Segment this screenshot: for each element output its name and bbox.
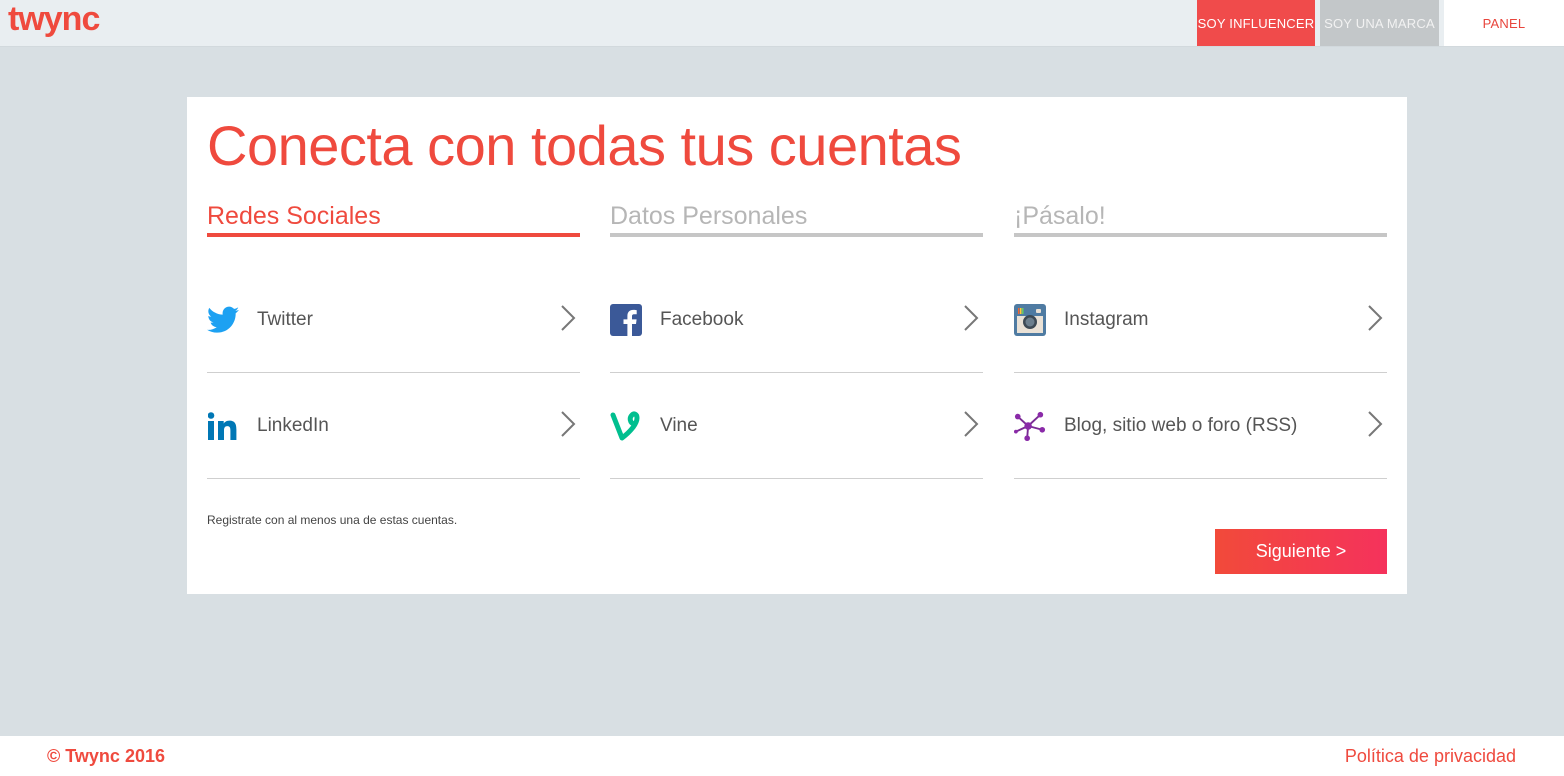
register-note: Registrate con al menos una de estas cue… [207, 513, 458, 527]
chevron-right-icon [1368, 411, 1383, 437]
twitter-icon [207, 304, 239, 336]
connect-accounts-card: Conecta con todas tus cuentas Redes Soci… [187, 97, 1407, 594]
step-label: Datos Personales [610, 202, 808, 230]
linkedin-icon [207, 410, 239, 442]
siguiente-button[interactable]: Siguiente > [1215, 529, 1387, 574]
step-label: ¡Pásalo! [1014, 202, 1106, 230]
step-pasalo[interactable]: ¡Pásalo! [1014, 201, 1387, 237]
account-linkedin[interactable]: LinkedIn [207, 373, 580, 479]
nav-panel[interactable]: PANEL [1444, 0, 1564, 46]
chevron-right-icon [561, 305, 576, 331]
account-twitter[interactable]: Twitter [207, 267, 580, 373]
account-label: LinkedIn [257, 414, 329, 436]
account-rss[interactable]: Blog, sitio web o foro (RSS) [1014, 373, 1387, 479]
privacy-policy-link[interactable]: Política de privacidad [1345, 746, 1516, 767]
account-vine[interactable]: Vine [610, 373, 983, 479]
account-label: Blog, sitio web o foro (RSS) [1064, 414, 1298, 436]
nav-soy-influencer[interactable]: SOY INFLUENCER [1197, 0, 1315, 46]
step-redes-sociales[interactable]: Redes Sociales [207, 201, 580, 237]
rss-network-icon [1014, 410, 1046, 442]
account-label: Instagram [1064, 308, 1149, 330]
account-label: Vine [660, 414, 698, 436]
chevron-right-icon [1368, 305, 1383, 331]
chevron-right-icon [561, 411, 576, 437]
facebook-icon [610, 303, 642, 336]
chevron-right-icon [964, 411, 979, 437]
chevron-right-icon [964, 305, 979, 331]
instagram-icon [1014, 303, 1046, 336]
account-label: Twitter [257, 308, 313, 330]
step-datos-personales[interactable]: Datos Personales [610, 201, 983, 237]
account-label: Facebook [660, 308, 744, 330]
top-bar: twync SOY INFLUENCER SOY UNA MARCA PANEL [0, 0, 1564, 47]
account-facebook[interactable]: Facebook [610, 267, 983, 373]
footer: © Twync 2016 Política de privacidad [0, 736, 1564, 776]
logo-text: twync [8, 2, 99, 38]
twync-logo[interactable]: twync [8, 2, 138, 44]
page-title: Conecta con todas tus cuentas [207, 114, 962, 177]
step-label: Redes Sociales [207, 202, 381, 230]
nav-soy-una-marca[interactable]: SOY UNA MARCA [1320, 0, 1439, 46]
account-instagram[interactable]: Instagram [1014, 267, 1387, 373]
copyright-text: © Twync 2016 [47, 746, 165, 766]
vine-icon [610, 410, 642, 442]
